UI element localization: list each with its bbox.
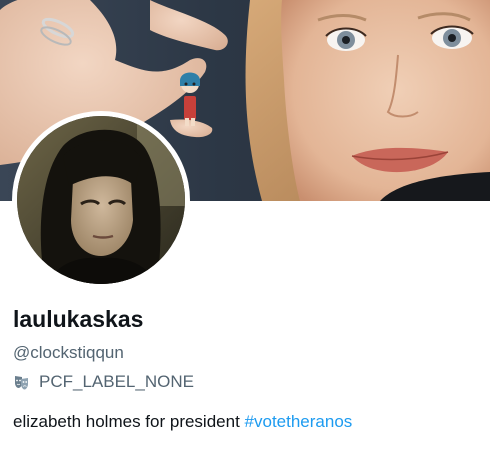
profile-bio: elizabeth holmes for president #votether…: [13, 412, 352, 432]
profile-label: PCF_LABEL_NONE: [13, 372, 194, 392]
bio-text: elizabeth holmes for president: [13, 412, 245, 431]
avatar[interactable]: [17, 116, 185, 284]
theater-mask-icon: [13, 374, 30, 391]
hashtag-link[interactable]: #votetheranos: [245, 412, 353, 431]
label-text: PCF_LABEL_NONE: [39, 372, 194, 391]
display-name: laulukaskas: [13, 306, 144, 332]
username-handle: @clockstiqqun: [13, 343, 124, 362]
profile-header: laulukaskas @clockstiqqun PCF_LABEL_NONE…: [0, 0, 490, 451]
avatar-frame: [12, 111, 190, 289]
